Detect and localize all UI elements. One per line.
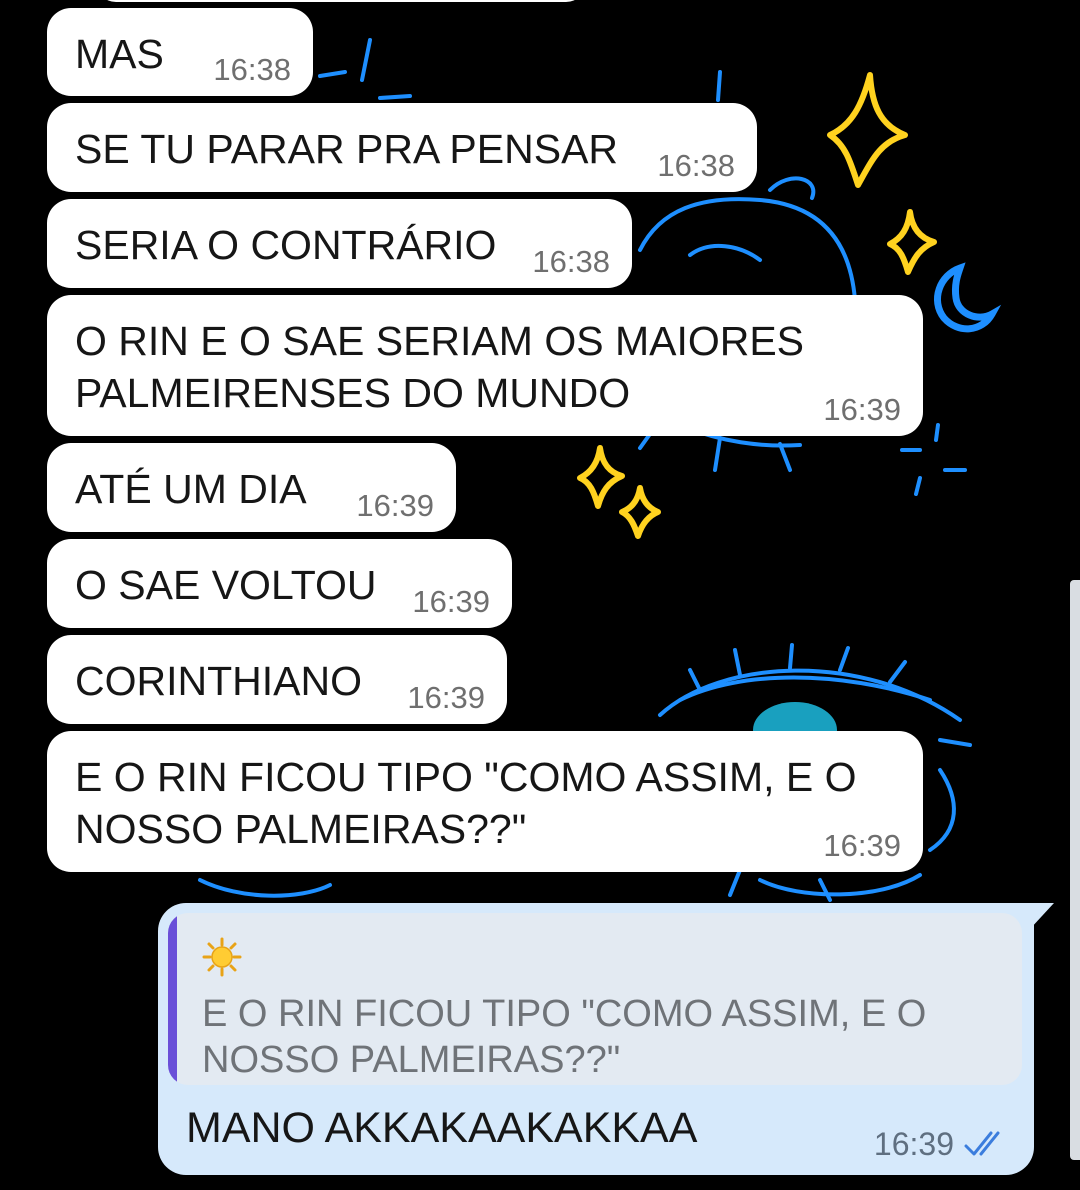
message-text: CORINTHIANO	[75, 658, 362, 704]
message-time: 16:39	[412, 584, 490, 619]
message-text: O RIN E O SAE SERIAM OS MAIORES PALMEIRE…	[75, 318, 805, 416]
message-text: SE TU PARAR PRA PENSAR	[75, 126, 619, 172]
previous-message-bubble-edge	[96, 0, 586, 2]
reply-quote[interactable]: E O RIN FICOU TIPO "COMO ASSIM, E O NOSS…	[168, 913, 1022, 1085]
incoming-message[interactable]: O SAE VOLTOU 16:39	[47, 539, 512, 628]
message-time: 16:39	[823, 392, 901, 427]
message-text: MAS	[75, 31, 164, 77]
incoming-message[interactable]: E O RIN FICOU TIPO "COMO ASSIM, E O NOSS…	[47, 731, 923, 872]
message-time: 16:39	[407, 680, 485, 715]
message-time: 16:38	[532, 244, 610, 279]
sun-emoji-icon	[202, 937, 242, 977]
message-text: O SAE VOLTOU	[75, 562, 377, 608]
incoming-message[interactable]: CORINTHIANO 16:39	[47, 635, 507, 724]
outgoing-message[interactable]: E O RIN FICOU TIPO "COMO ASSIM, E O NOSS…	[158, 903, 1034, 1175]
incoming-message[interactable]: MAS 16:38	[47, 8, 313, 96]
message-time: 16:39	[873, 1126, 954, 1162]
message-text: SERIA O CONTRÁRIO	[75, 222, 497, 268]
reply-quote-bar	[168, 913, 177, 1085]
message-text: MANO AKKAKAAKAKKAA	[186, 1104, 698, 1152]
message-text: ATÉ UM DIA	[75, 466, 307, 512]
message-text: E O RIN FICOU TIPO "COMO ASSIM, E O NOSS…	[75, 754, 857, 852]
message-time: 16:39	[356, 488, 434, 523]
incoming-message[interactable]: SERIA O CONTRÁRIO 16:38	[47, 199, 632, 288]
incoming-message[interactable]: O RIN E O SAE SERIAM OS MAIORES PALMEIRE…	[47, 295, 923, 436]
double-check-read-icon	[964, 1131, 1000, 1156]
incoming-message[interactable]: SE TU PARAR PRA PENSAR 16:38	[47, 103, 757, 192]
message-time: 16:38	[657, 148, 735, 183]
incoming-message[interactable]: ATÉ UM DIA 16:39	[47, 443, 456, 532]
right-edge-panel	[1070, 580, 1080, 1160]
message-time: 16:39	[823, 828, 901, 863]
message-time: 16:38	[213, 52, 291, 87]
reply-quote-text: E O RIN FICOU TIPO "COMO ASSIM, E O NOSS…	[202, 993, 927, 1081]
